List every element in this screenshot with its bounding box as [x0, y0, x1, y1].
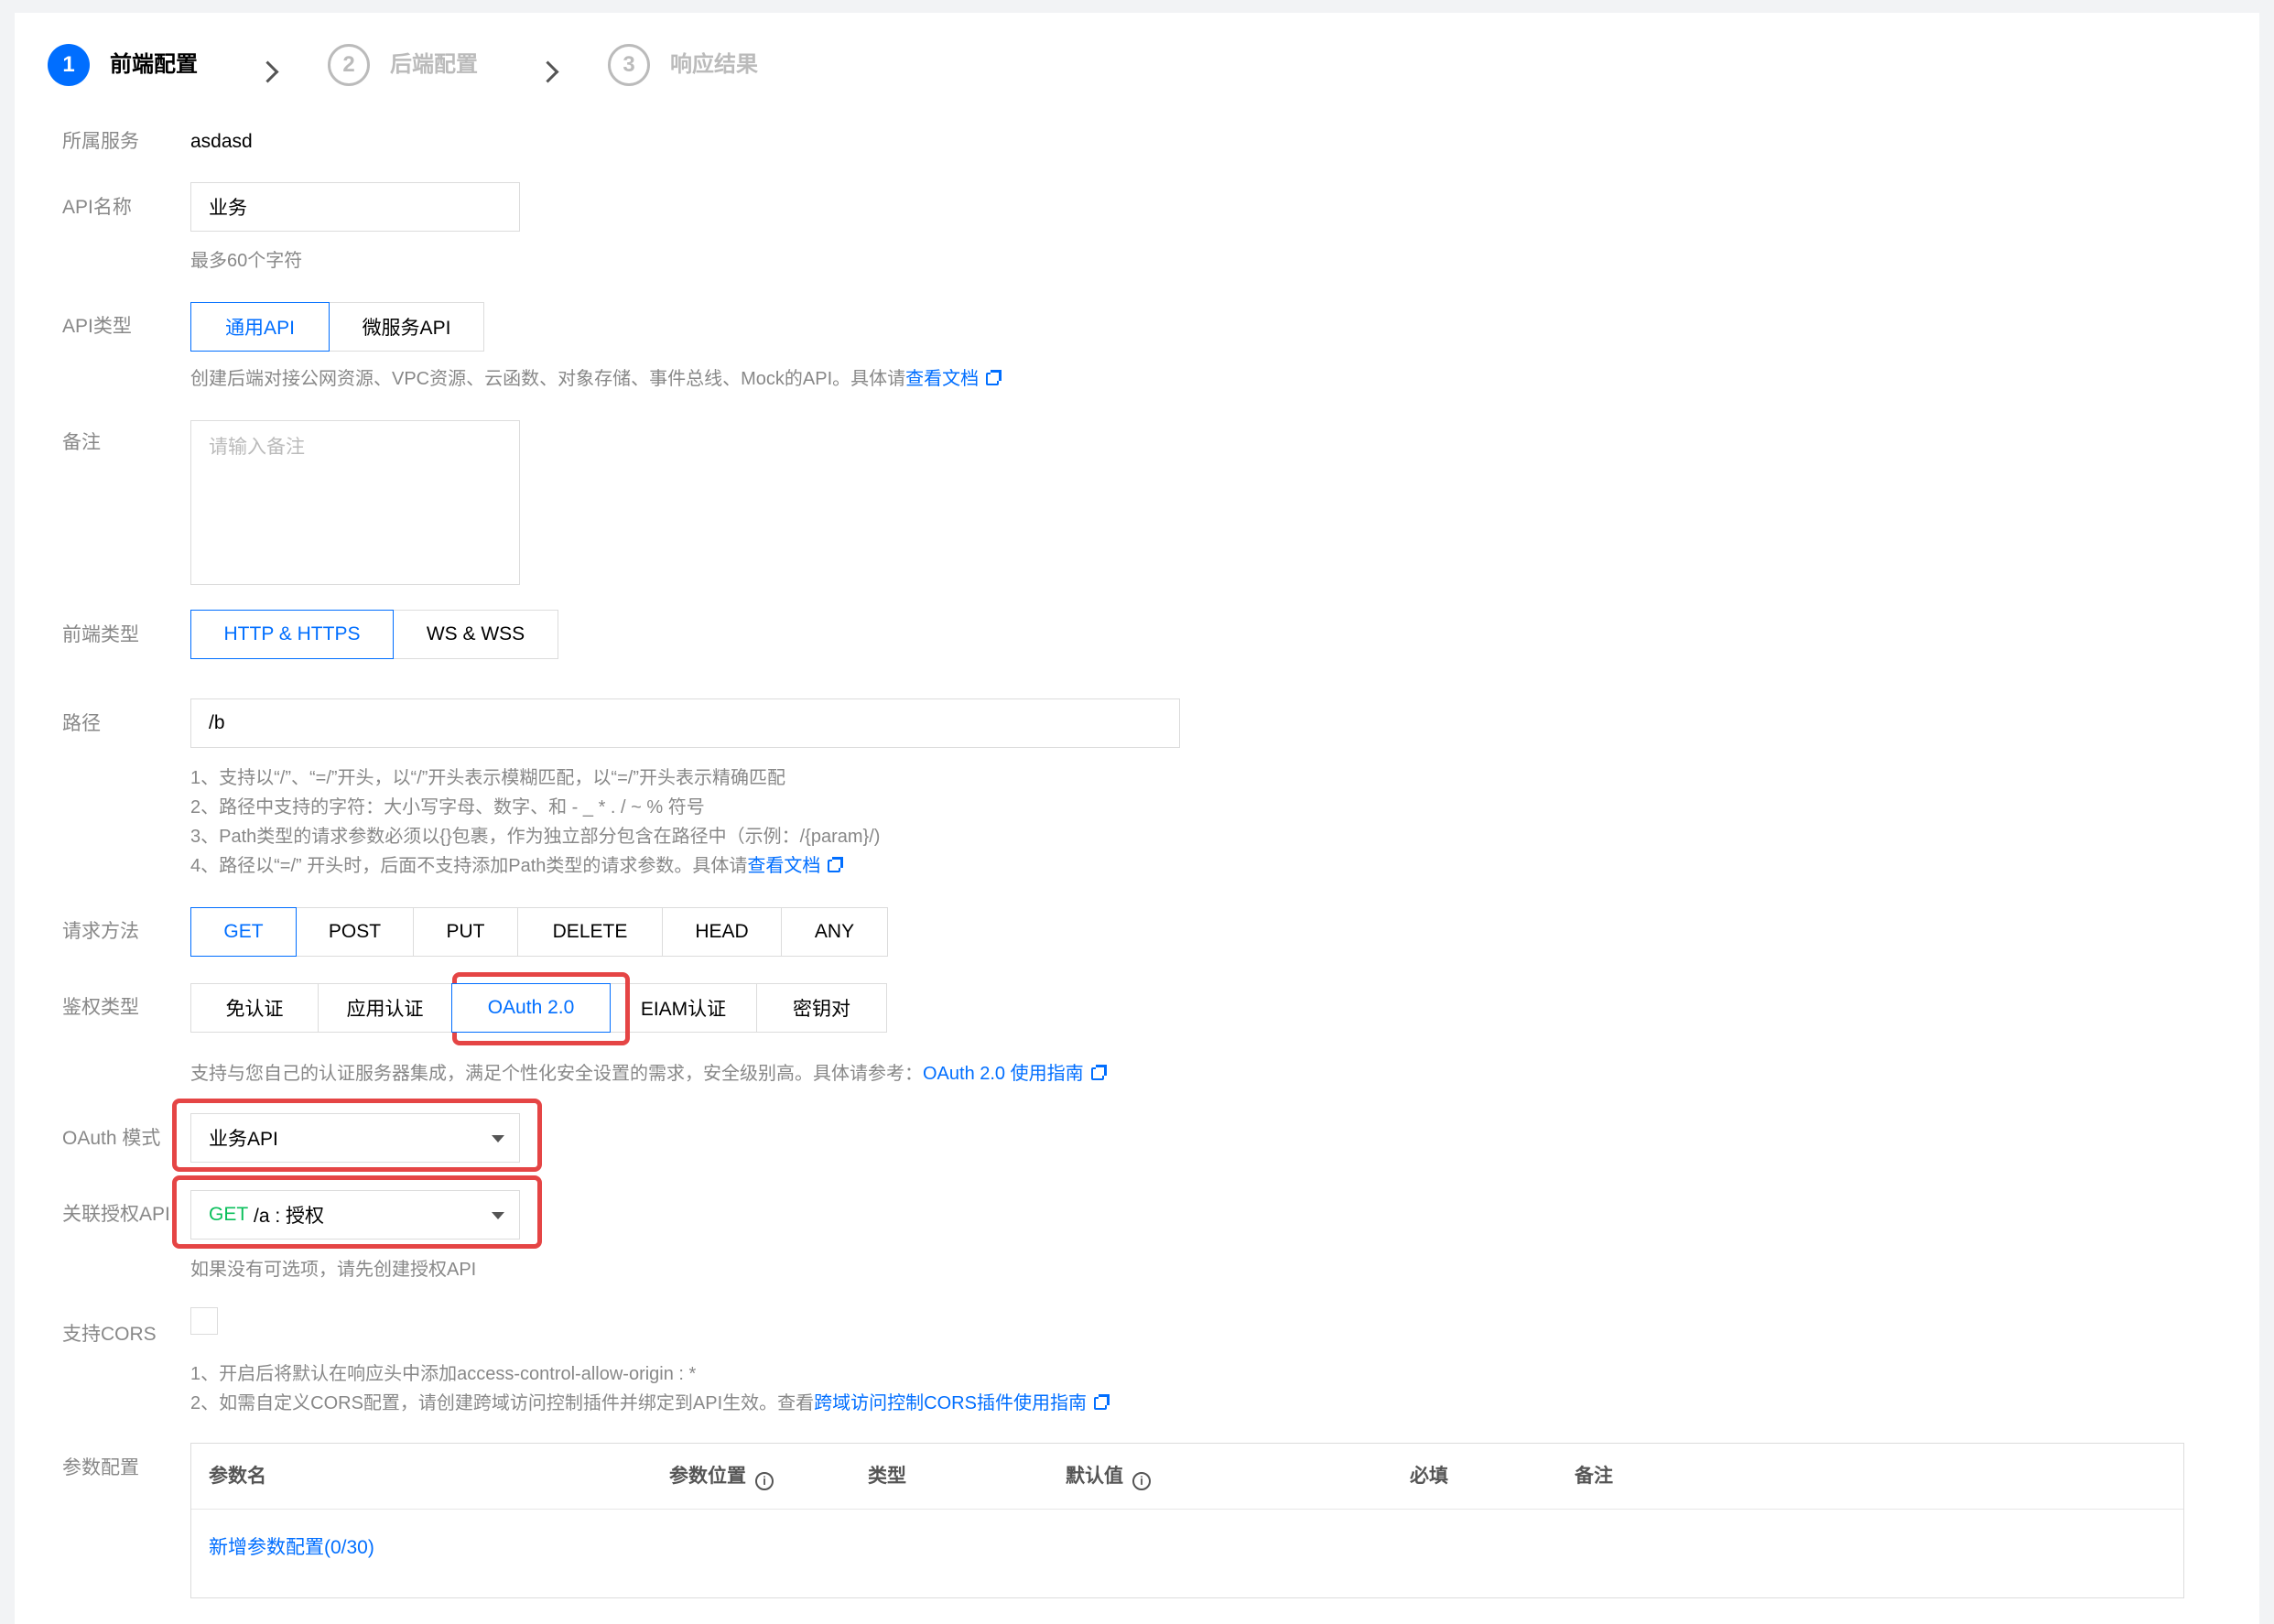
api-type-hint: 创建后端对接公网资源、VPC资源、云函数、对象存储、事件总线、Mock的API。…: [190, 364, 1002, 394]
linked-api-hint: 如果没有可选项，请先创建授权API: [190, 1260, 477, 1280]
step-3-circle: 3: [608, 44, 650, 86]
method-option-get[interactable]: GET: [190, 907, 297, 957]
method-option-put[interactable]: PUT: [413, 907, 518, 957]
api-type-option-general[interactable]: 通用API: [190, 302, 330, 352]
th-param-position: 参数位置 i: [669, 1464, 774, 1490]
external-link-icon: [1093, 1394, 1110, 1410]
cors-hint-1: 1、开启后将默认在响应头中添加access-control-allow-orig…: [190, 1364, 697, 1384]
chevron-right-icon: [536, 60, 559, 83]
th-type: 类型: [868, 1466, 906, 1487]
method-label: 请求方法: [62, 921, 139, 942]
oauth-guide-link[interactable]: OAuth 2.0 使用指南: [923, 1064, 1084, 1084]
step-2-circle: 2: [328, 44, 370, 86]
cors-label: 支持CORS: [62, 1324, 157, 1345]
cors-guide-link[interactable]: 跨域访问控制CORS插件使用指南: [814, 1393, 1087, 1413]
path-hint-3: 3、Path类型的请求参数必须以{}包裹，作为独立部分包含在路径中（示例：/{p…: [190, 827, 881, 847]
frontend-type-option-http[interactable]: HTTP & HTTPS: [190, 610, 394, 659]
external-link-icon: [986, 370, 1002, 385]
service-value: asdasd: [190, 131, 253, 152]
api-type-doc-link[interactable]: 查看文档: [905, 369, 979, 389]
path-input[interactable]: /b: [190, 698, 1180, 748]
remark-label: 备注: [62, 432, 101, 453]
api-type-option-microservice[interactable]: 微服务API: [329, 302, 484, 352]
oauth-mode-label: OAuth 模式: [62, 1128, 161, 1149]
th-default: 默认值 i: [1066, 1464, 1151, 1490]
api-type-label: API类型: [62, 316, 132, 337]
params-table-header: 参数名 参数位置 i 类型 默认值 i 必填 备注: [191, 1444, 2183, 1510]
method-option-head[interactable]: HEAD: [662, 907, 782, 957]
info-icon[interactable]: i: [1132, 1472, 1151, 1490]
auth-option-oauth[interactable]: OAuth 2.0: [451, 983, 611, 1033]
remark-textarea[interactable]: 请输入备注: [190, 420, 520, 585]
path-label: 路径: [62, 713, 101, 734]
step-3-label[interactable]: 响应结果: [670, 44, 758, 86]
path-hint-2: 2、路径中支持的字符：大小写字母、数字、和 - _ * . / ~ % 符号: [190, 797, 705, 817]
info-icon[interactable]: i: [755, 1472, 774, 1490]
api-name-hint: 最多60个字符: [190, 251, 303, 271]
step-1-label[interactable]: 前端配置: [110, 44, 198, 86]
chevron-right-icon: [256, 60, 279, 83]
th-param-position-text: 参数位置: [669, 1466, 746, 1487]
th-required: 必填: [1410, 1466, 1448, 1487]
auth-option-keypair[interactable]: 密钥对: [756, 983, 887, 1033]
path-hint-4: 4、路径以“=/” 开头时，后面不支持添加Path类型的请求参数。具体请查看文档: [190, 851, 844, 881]
cors-checkbox[interactable]: [190, 1307, 218, 1335]
auth-label: 鉴权类型: [62, 997, 139, 1018]
api-type-hint-text: 创建后端对接公网资源、VPC资源、云函数、对象存储、事件总线、Mock的API。…: [190, 369, 906, 389]
linked-api-label: 关联授权API: [62, 1204, 170, 1225]
add-param-link[interactable]: 新增参数配置(0/30): [209, 1535, 374, 1561]
external-link-icon: [828, 857, 844, 872]
th-remark: 备注: [1575, 1466, 1613, 1487]
auth-hint-text: 支持与您自己的认证服务器集成，满足个性化安全设置的需求，安全级别高。具体请参考：: [190, 1064, 923, 1084]
auth-segment: 免认证 应用认证 OAuth 2.0 EIAM认证 密钥对: [190, 983, 887, 1033]
api-name-input[interactable]: 业务: [190, 182, 520, 232]
frontend-type-option-ws[interactable]: WS & WSS: [393, 610, 558, 659]
method-option-delete[interactable]: DELETE: [517, 907, 663, 957]
method-segment: GET POST PUT DELETE HEAD ANY: [190, 907, 888, 957]
method-option-any[interactable]: ANY: [781, 907, 888, 957]
linked-api-highlight-box: [172, 1175, 542, 1249]
step-1-circle: 1: [48, 44, 90, 86]
frontend-type-segment: HTTP & HTTPS WS & WSS: [190, 610, 558, 659]
method-option-post[interactable]: POST: [296, 907, 414, 957]
path-hint-1: 1、支持以“/”、“=/”开头，以“/”开头表示模糊匹配，以“=/”开头表示精确…: [190, 768, 785, 788]
frontend-type-label: 前端类型: [62, 624, 139, 645]
th-default-text: 默认值: [1066, 1466, 1123, 1487]
form-card: 1 前端配置 2 后端配置 3 响应结果 所属服务 asdasd API名称 业…: [15, 13, 2259, 1624]
external-link-icon: [1090, 1065, 1107, 1080]
path-doc-link[interactable]: 查看文档: [747, 856, 820, 876]
api-name-label: API名称: [62, 197, 132, 218]
auth-option-app[interactable]: 应用认证: [318, 983, 452, 1033]
oauth-mode-highlight-box: [172, 1099, 542, 1172]
step-2-label[interactable]: 后端配置: [390, 44, 478, 86]
api-type-segment: 通用API 微服务API: [190, 302, 484, 352]
service-label: 所属服务: [62, 131, 139, 152]
params-table: 参数名 参数位置 i 类型 默认值 i 必填 备注 新增参数配置(0/30): [190, 1443, 2184, 1598]
auth-hint: 支持与您自己的认证服务器集成，满足个性化安全设置的需求，安全级别高。具体请参考：…: [190, 1059, 1107, 1088]
path-hint-4-text: 4、路径以“=/” 开头时，后面不支持添加Path类型的请求参数。具体请: [190, 856, 748, 876]
th-param-name: 参数名: [209, 1466, 266, 1487]
cors-hint-2: 2、如需自定义CORS配置，请创建跨域访问控制插件并绑定到API生效。查看跨域访…: [190, 1389, 1110, 1418]
auth-option-none[interactable]: 免认证: [190, 983, 319, 1033]
auth-option-eiam[interactable]: EIAM认证: [610, 983, 757, 1033]
cors-hint-2-text: 2、如需自定义CORS配置，请创建跨域访问控制插件并绑定到API生效。查看: [190, 1393, 815, 1413]
params-label: 参数配置: [62, 1457, 139, 1478]
